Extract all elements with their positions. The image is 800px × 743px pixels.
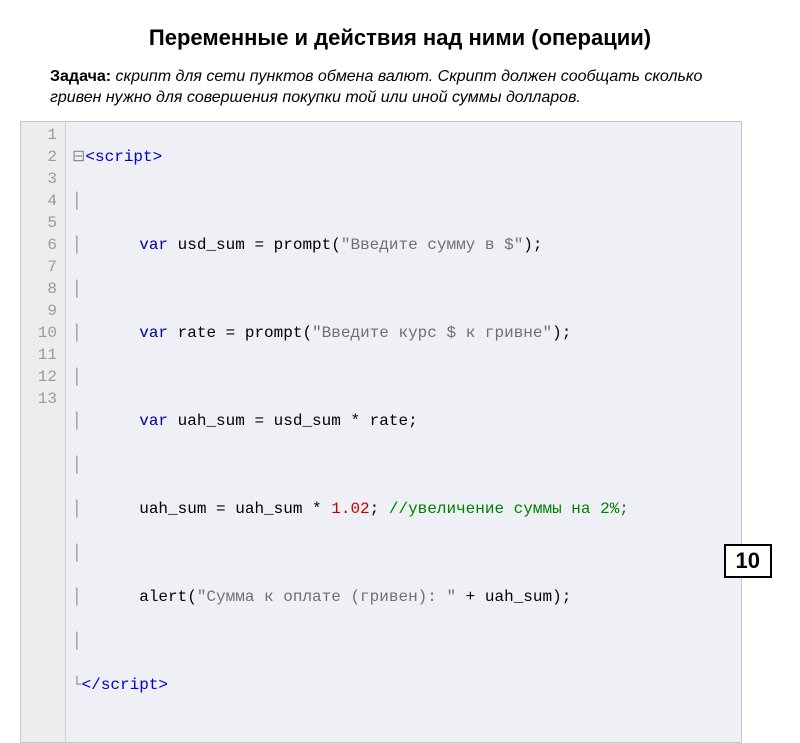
code-line: │ alert("Сумма к оплате (гривен): " + ua…	[72, 586, 733, 608]
string-literal: "Введите курс $ к гривне"	[312, 324, 552, 342]
code-text: usd_sum = prompt(	[168, 236, 341, 254]
code-line: │	[72, 542, 733, 564]
keyword-var: var	[139, 324, 168, 342]
code-text: uah_sum = uah_sum *	[139, 500, 331, 518]
code-line: │ var usd_sum = prompt("Введите сумму в …	[72, 234, 733, 256]
keyword-var: var	[139, 236, 168, 254]
fold-bar-icon: │	[72, 632, 82, 650]
tag-close: </script>	[82, 676, 168, 694]
keyword-var: var	[139, 412, 168, 430]
fold-bar-icon: │	[72, 412, 82, 430]
code-line: │	[72, 190, 733, 212]
fold-bar-icon: │	[72, 500, 82, 518]
code-text: );	[552, 324, 571, 342]
code-line: │ var rate = prompt("Введите курс $ к гр…	[72, 322, 733, 344]
fold-bar-icon: │	[72, 236, 82, 254]
slide-title: Переменные и действия над ними (операции…	[50, 24, 750, 52]
fold-close-icon: └	[72, 676, 82, 694]
string-literal: "Сумма к оплате (гривен): "	[197, 588, 456, 606]
code-line: │ var uah_sum = usd_sum * rate;	[72, 410, 733, 432]
code-line: │	[72, 630, 733, 652]
task-paragraph: Задача: скрипт для сети пунктов обмена в…	[50, 66, 750, 109]
line-number: 12	[31, 366, 57, 388]
fold-bar-icon: │	[72, 192, 82, 210]
page-number: 10	[724, 544, 772, 578]
line-number: 11	[31, 344, 57, 366]
fold-bar-icon: │	[72, 280, 82, 298]
fold-open-icon: ⊟	[72, 148, 85, 166]
line-number: 3	[31, 168, 57, 190]
line-number: 10	[31, 322, 57, 344]
code-text: );	[523, 236, 542, 254]
line-number: 13	[31, 388, 57, 410]
tag-open: <script>	[85, 148, 162, 166]
line-number: 5	[31, 212, 57, 234]
task-body: скрипт для сети пунктов обмена валют. Ск…	[50, 68, 702, 107]
code-line: │	[72, 454, 733, 476]
code-line: │ uah_sum = uah_sum * 1.02; //увеличение…	[72, 498, 733, 520]
fold-bar-icon: │	[72, 544, 82, 562]
line-number-gutter: 1 2 3 4 5 6 7 8 9 10 11 12 13	[21, 122, 66, 742]
code-line: │	[72, 366, 733, 388]
number-literal: 1.02	[331, 500, 369, 518]
fold-bar-icon: │	[72, 588, 82, 606]
line-number: 4	[31, 190, 57, 212]
line-number: 9	[31, 300, 57, 322]
fold-bar-icon: │	[72, 324, 82, 342]
line-number: 8	[31, 278, 57, 300]
code-text: uah_sum = usd_sum * rate;	[168, 412, 418, 430]
comment: //увеличение суммы на 2%;	[389, 500, 629, 518]
fold-bar-icon: │	[72, 368, 82, 386]
code-area: ⊟<script> │ │ var usd_sum = prompt("Введ…	[66, 122, 741, 742]
string-literal: "Введите сумму в $"	[341, 236, 523, 254]
line-number: 7	[31, 256, 57, 278]
line-number: 1	[31, 124, 57, 146]
code-text: alert(	[139, 588, 197, 606]
fold-bar-icon: │	[72, 456, 82, 474]
code-line: └</script>	[72, 674, 733, 696]
line-number: 2	[31, 146, 57, 168]
task-label: Задача:	[50, 68, 111, 85]
code-block: 1 2 3 4 5 6 7 8 9 10 11 12 13 ⊟<script> …	[20, 121, 742, 743]
line-number: 6	[31, 234, 57, 256]
code-text: + uah_sum);	[456, 588, 571, 606]
code-text: rate = prompt(	[168, 324, 312, 342]
code-line: │	[72, 278, 733, 300]
code-text: ;	[370, 500, 389, 518]
code-line: ⊟<script>	[72, 146, 733, 168]
